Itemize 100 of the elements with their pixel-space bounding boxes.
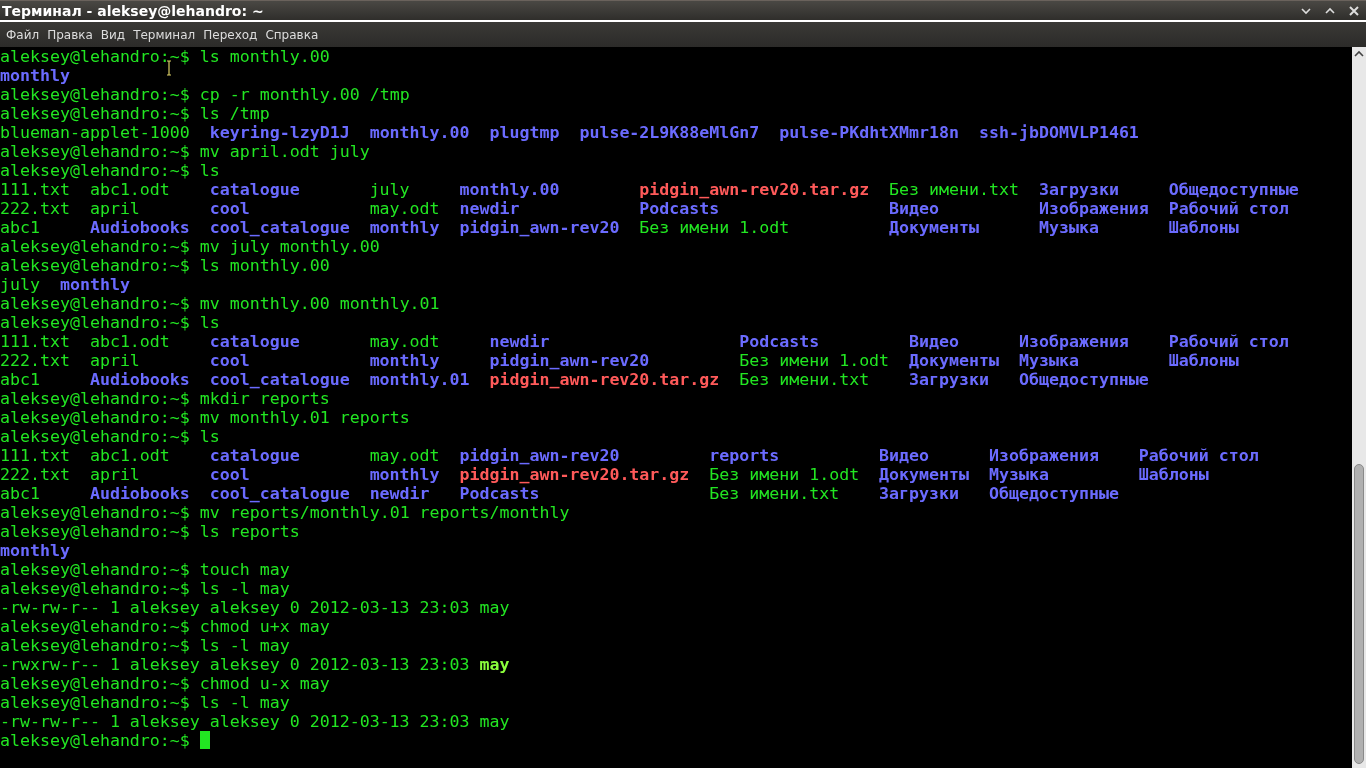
file-name: cool: [209, 199, 251, 218]
shell-prompt: aleksey@lehandro:~$: [0, 408, 190, 427]
command-text: chmod u+x may: [199, 617, 330, 636]
file-name: pidgin_awn-rev20.tar.gz: [489, 370, 720, 389]
file-name: pidgin_awn-rev20: [489, 351, 651, 370]
file-name: Audiobooks: [89, 370, 190, 389]
file-name: blueman-applet-1000: [0, 123, 190, 142]
file-name: may: [479, 598, 510, 617]
file-name: Изображения: [1018, 332, 1130, 351]
file-name: catalogue: [209, 332, 301, 351]
file-name: may.odt: [369, 332, 441, 351]
file-name: Музыка: [1018, 351, 1080, 370]
file-name: pulse-2L9K88eMlGn7: [579, 123, 760, 142]
file-name: pidgin_awn-rev20: [459, 218, 620, 237]
file-name: pidgin_awn-rev20.tar.gz: [459, 465, 690, 484]
file-name: 111.txt: [0, 446, 70, 465]
command-text: touch may: [199, 560, 290, 579]
command-text: ls monthly.00: [199, 47, 330, 66]
file-name: newdir: [369, 484, 431, 503]
file-name: 222.txt: [0, 465, 70, 484]
window-title: Терминал - aleksey@lehandro: ~: [2, 2, 264, 19]
file-name: reports: [709, 446, 781, 465]
file-name: cool: [209, 351, 251, 370]
command-text: mv july monthly.00: [199, 237, 380, 256]
file-name: Шаблоны: [1168, 218, 1240, 237]
file-name: Рабочий стол: [1168, 199, 1290, 218]
file-name: Общедоступные: [1168, 180, 1299, 199]
file-name: plugtmp: [489, 123, 560, 142]
file-name: cool_catalogue: [209, 218, 350, 237]
file-name: Podcasts: [639, 199, 721, 218]
file-name: Загрузки: [879, 484, 961, 503]
file-name: may: [479, 655, 510, 674]
file-name: monthly: [369, 465, 440, 484]
file-name: Без имени.txt: [739, 370, 871, 389]
file-name: monthly.00: [459, 180, 561, 199]
file-name: Без имени.txt: [889, 180, 1019, 199]
file-name: Видео: [889, 199, 941, 218]
file-name: abc1: [0, 484, 41, 503]
shell-prompt: aleksey@lehandro:~$: [0, 560, 190, 579]
shell-prompt: aleksey@lehandro:~$: [0, 104, 190, 123]
file-name: Музыка: [989, 465, 1050, 484]
file-name: Музыка: [1038, 218, 1100, 237]
file-name: pulse-PKdhtXMmr18n: [779, 123, 960, 142]
shell-prompt: aleksey@lehandro:~$: [0, 636, 190, 655]
file-name: may.odt: [369, 446, 440, 465]
file-name: Документы: [909, 351, 999, 370]
file-name: 222.txt: [0, 199, 70, 218]
menu-item[interactable]: Правка: [47, 25, 93, 44]
file-name: may: [479, 712, 510, 731]
file-name: Без имени.txt: [709, 484, 841, 503]
menu-item[interactable]: Переход: [203, 25, 258, 44]
shell-prompt: aleksey@lehandro:~$: [0, 522, 190, 541]
command-text: ls: [199, 313, 220, 332]
shell-prompt: aleksey@lehandro:~$: [0, 256, 190, 275]
shell-prompt: aleksey@lehandro:~$: [0, 294, 190, 313]
file-name: cool_catalogue: [209, 484, 350, 503]
scrollbar[interactable]: [1352, 47, 1366, 768]
file-name: Изображения: [1038, 199, 1149, 218]
file-name: cool_catalogue: [209, 370, 350, 389]
command-text: cp -r monthly.00 /tmp: [199, 85, 410, 104]
shell-prompt: aleksey@lehandro:~$: [0, 313, 190, 332]
scrollbar-thumb[interactable]: [1354, 464, 1364, 764]
file-name: 111.txt: [0, 332, 70, 351]
file-name: keyring-lzyD1J: [209, 123, 350, 142]
file-name: Audiobooks: [89, 484, 190, 503]
file-name: Podcasts: [459, 484, 541, 503]
file-name: abc1.odt: [89, 446, 171, 465]
file-name: april: [89, 199, 141, 218]
file-name: Без имени 1.odt: [639, 218, 791, 237]
command-text: ls -l may: [199, 636, 290, 655]
menu-item[interactable]: Вид: [100, 25, 126, 44]
menu-item[interactable]: Справка: [265, 25, 319, 44]
shell-prompt: aleksey@lehandro:~$: [0, 693, 190, 712]
file-name: pidgin_awn-rev20.tar.gz: [639, 180, 870, 199]
file-name: abc1: [0, 218, 41, 237]
shell-prompt: aleksey@lehandro:~$: [0, 617, 190, 636]
command-text: mkdir reports: [199, 389, 330, 408]
shell-prompt: aleksey@lehandro:~$: [0, 674, 190, 693]
command-text: ls: [199, 161, 220, 180]
file-name: Общедоступные: [1018, 370, 1149, 389]
file-name: Рабочий стол: [1138, 446, 1259, 465]
file-info: -rwxrw-r-- 1 aleksey aleksey 0 2012-03-13 23:03: [0, 655, 470, 674]
menu-item[interactable]: Файл: [6, 25, 40, 44]
file-name: monthly: [369, 351, 441, 370]
file-name: Загрузки: [909, 370, 990, 389]
command-text: mv monthly.01 reports: [199, 408, 410, 427]
command-text: ls monthly.00: [199, 256, 330, 275]
command-text: mv monthly.00 monthly.01: [199, 294, 440, 313]
file-name: Видео: [909, 332, 961, 351]
menu-item[interactable]: Терминал: [133, 25, 196, 44]
file-name: cool: [209, 465, 251, 484]
file-name: Без имени 1.odt: [739, 351, 890, 370]
shell-prompt: aleksey@lehandro:~$: [0, 427, 190, 446]
shell-prompt: aleksey@lehandro:~$: [0, 237, 190, 256]
file-name: newdir: [459, 199, 521, 218]
file-name: monthly: [0, 66, 70, 85]
file-name: abc1: [0, 370, 41, 389]
file-name: Видео: [879, 446, 931, 465]
file-name: july: [0, 275, 40, 294]
file-info: -rw-rw-r-- 1 aleksey aleksey 0 2012-03-13 23:03: [0, 712, 470, 731]
